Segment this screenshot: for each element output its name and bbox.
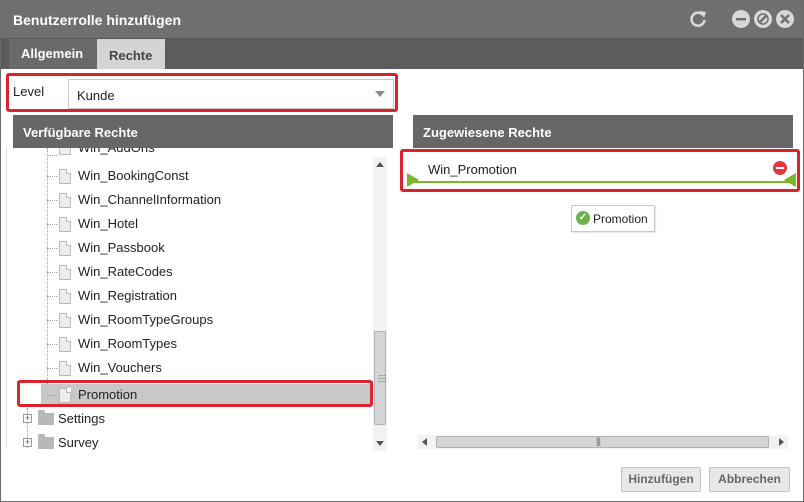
tree-item-label: Win_RoomTypeGroups [78,312,214,327]
dialog-title: Benutzerrolle hinzufügen [13,12,181,28]
tab-strip: Allgemein Rechte [1,39,803,69]
highlight-promotion [17,380,373,407]
tree-folder-label: Survey [58,435,99,450]
assigned-rights-header: Zugewiesene Rechte [413,115,793,148]
scroll-thumb[interactable]: ||| [436,436,769,448]
tree-item-label: Win_Hotel [78,216,138,231]
scroll-right-icon[interactable] [779,438,784,446]
tree-connector [47,320,57,321]
tab-allgemein[interactable]: Allgemein [9,39,97,69]
tree-item-label: Win_Vouchers [78,360,162,375]
tree-connector [47,248,57,249]
cancel-button[interactable]: Abbrechen [709,467,790,492]
tree-item-label: Win_AddOns [78,148,155,159]
vertical-scrollbar[interactable]: — — — [373,157,387,451]
gutter [1,148,7,448]
tree-connector [47,155,57,156]
tree-connector [47,200,57,201]
tree-item-label: Win_ChannelInformation [78,192,222,207]
folder-icon [38,434,54,449]
title-bar: Benutzerrolle hinzufügen [1,1,803,39]
document-icon [59,148,71,155]
document-icon [59,169,71,184]
dialog: Benutzerrolle hinzufügen Allgemein Recht… [0,0,804,502]
scroll-up-icon[interactable] [376,162,384,167]
scroll-left-icon[interactable] [422,438,427,446]
tree-connector [47,368,57,369]
document-icon [59,289,71,304]
highlight-assigned [400,149,800,192]
grip-icon: — — — [378,371,386,386]
tree-folder-label: Settings [58,411,105,426]
tree-connector [47,344,57,345]
document-icon [59,313,71,328]
folder-icon [38,410,54,425]
tree-connector [47,224,57,225]
tree-item-label: Win_Registration [78,288,177,303]
expand-icon[interactable]: + [23,414,32,423]
check-icon: ✓ [576,211,590,225]
document-icon [59,337,71,352]
assigned-rights-list [413,148,793,452]
promotion-drag-chip[interactable]: ✓ Promotion [571,205,655,232]
document-icon [59,241,71,256]
document-icon [59,193,71,208]
document-icon [59,265,71,280]
document-icon [59,217,71,232]
scroll-down-icon[interactable] [376,441,384,446]
tree-connector [47,272,57,273]
document-icon [59,361,71,376]
available-rights-header: Verfügbare Rechte [13,115,393,148]
close-icon[interactable] [776,10,794,28]
highlight-level [6,73,398,112]
tree-item-label: Win_BookingConst [78,168,189,183]
restore-icon[interactable] [754,10,772,28]
scroll-thumb[interactable]: — — — [374,331,386,425]
tab-rechte[interactable]: Rechte [97,39,165,69]
horizontal-scrollbar[interactable]: ||| [418,435,788,449]
grip-icon: ||| [596,436,601,446]
tree-connector [47,296,57,297]
expand-icon[interactable]: + [23,438,32,447]
minimize-icon[interactable] [732,10,750,28]
tree-connector [47,176,57,177]
tree-item-label: Win_RoomTypes [78,336,177,351]
refresh-icon[interactable] [688,9,708,29]
add-button[interactable]: Hinzufügen [621,467,701,492]
tree-item-label: Win_RateCodes [78,264,173,279]
tree-item-label: Win_Passbook [78,240,165,255]
chip-label: Promotion [593,212,648,226]
